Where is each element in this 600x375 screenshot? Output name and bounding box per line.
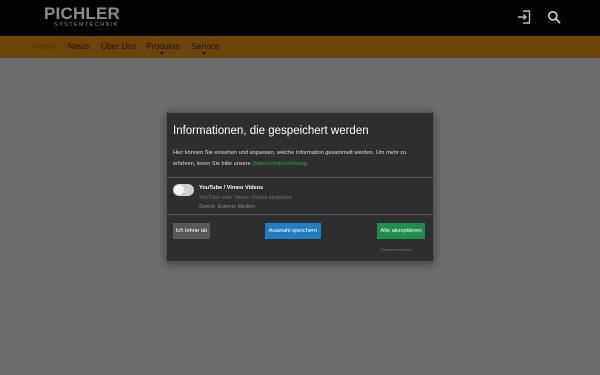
- youtube-vimeo-toggle[interactable]: [173, 184, 194, 196]
- site-logo[interactable]: PICHLER SYSTEMTECHNIK: [44, 5, 130, 31]
- consent-description: Hier können Sie einsehen und anpassen, w…: [173, 148, 429, 169]
- decline-button[interactable]: Ich lehne ab: [173, 223, 210, 239]
- nav-item-home[interactable]: Home: [33, 41, 56, 52]
- consent-title: Informationen, die gespeichert werden: [173, 125, 369, 137]
- consent-description-end: .: [306, 160, 309, 167]
- service-submenu-caret-icon: [202, 52, 206, 55]
- powered-by-link[interactable]: Realisiert mit Klaro!: [381, 248, 412, 253]
- privacy-policy-link[interactable]: Datenschutzerklärung: [252, 161, 306, 167]
- search-icon[interactable]: [547, 10, 561, 24]
- save-selection-button[interactable]: Auswahl speichern: [265, 223, 321, 239]
- accept-all-button[interactable]: Alle akzeptieren: [377, 223, 425, 239]
- toggle-knob: [174, 185, 184, 195]
- nav-item-produkte[interactable]: Produkte: [146, 41, 180, 52]
- top-bar: PICHLER SYSTEMTECHNIK: [0, 0, 600, 36]
- nav-item-service[interactable]: Service: [191, 41, 219, 52]
- service-name: YouTube / Vimeo Videos: [199, 185, 264, 191]
- logo-text: PICHLER: [44, 4, 121, 23]
- divider: [167, 177, 433, 178]
- service-description: YouTube oder Vimeo Videos abspielen: [199, 195, 292, 201]
- service-purpose: Zweck: Externe Medien: [199, 204, 256, 210]
- divider: [167, 214, 433, 215]
- logo-subtitle: SYSTEMTECHNIK: [54, 22, 119, 28]
- nav-item-ueber-uns[interactable]: Über Uns: [101, 41, 137, 52]
- login-icon[interactable]: [517, 10, 531, 24]
- main-navigation: Home News Über Uns Produkte Service: [0, 36, 600, 58]
- produkte-submenu-caret-icon: [160, 52, 164, 55]
- nav-item-news[interactable]: News: [68, 41, 89, 52]
- cookie-consent-dialog: Informationen, die gespeichert werden Hi…: [166, 112, 434, 262]
